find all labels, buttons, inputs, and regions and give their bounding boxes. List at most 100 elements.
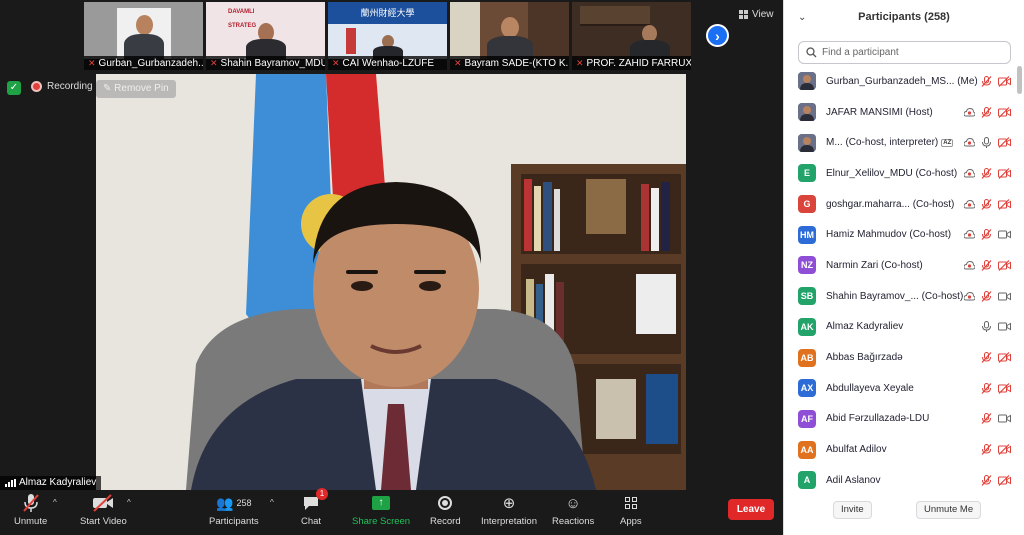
scrollbar[interactable]	[1017, 66, 1022, 94]
participant-row[interactable]: AA Abulfat Adilov	[784, 434, 1016, 465]
participant-row[interactable]: A Adil Aslanov	[784, 465, 1016, 496]
mic-icon	[981, 321, 992, 333]
meeting-area: ✕ Gurban_Gurbanzadeh... DAVAMLI STRATEG ✕…	[0, 0, 783, 535]
record-button[interactable]: Record	[430, 493, 461, 527]
apps-icon	[624, 497, 637, 509]
avatar	[798, 72, 816, 91]
thumbnail-tile[interactable]: ✕ PROF. ZAHID FARRUX...	[572, 2, 691, 70]
video-icon	[998, 321, 1011, 332]
avatar	[798, 103, 816, 122]
participant-name: goshgar.maharra... (Co-host)	[826, 198, 955, 210]
participant-name: Abulfat Adilov	[826, 444, 887, 456]
avatar: AX	[798, 379, 816, 398]
recording-cloud-icon	[964, 260, 975, 271]
avatar: HM	[798, 225, 816, 244]
avatar: A	[798, 471, 816, 490]
smiley-plus-icon: ☺	[565, 494, 581, 512]
thumbnail-tile[interactable]: DAVAMLI STRATEG ✕ Shahin Bayramov_MDU	[206, 2, 325, 70]
search-icon	[806, 47, 817, 58]
next-page-button[interactable]: ›	[706, 24, 729, 47]
participant-name: Abbas Bağırzadə	[826, 352, 903, 364]
thumbnail-tile[interactable]: 蘭州財經大學 ✕ CAI Wenhao-LZUFE	[328, 2, 447, 70]
participant-row[interactable]: AF Abid Fərzullazadə-LDU	[784, 404, 1016, 435]
participant-row[interactable]: E Elnur_Xelilov_MDU (Co-host)	[784, 158, 1016, 189]
mic-muted-icon	[981, 198, 992, 210]
share-screen-button[interactable]: ↑ Share Screen	[352, 493, 410, 527]
shield-icon[interactable]: ✓	[7, 81, 21, 95]
search-input[interactable]	[822, 47, 1002, 58]
participant-row[interactable]: NZ Narmin Zari (Co-host)	[784, 250, 1016, 281]
unmute-options-caret[interactable]: ^	[53, 498, 57, 507]
thumbnail-tile[interactable]: ✕ Gurban_Gurbanzadeh...	[84, 2, 203, 70]
chat-button[interactable]: 1 Chat	[301, 488, 329, 527]
participant-name: Hamiz Mahmudov (Co-host)	[826, 229, 952, 241]
video-icon	[998, 291, 1011, 302]
share-screen-icon: ↑	[372, 496, 391, 510]
avatar: AF	[798, 409, 816, 428]
mic-muted-icon	[981, 474, 992, 486]
recording-cloud-icon	[964, 137, 975, 148]
participant-row[interactable]: AK Almaz Kadyraliev	[784, 312, 1016, 343]
view-button[interactable]: View	[739, 9, 774, 20]
speaker-name-tag: Almaz Kadyraliev	[0, 476, 102, 490]
video-options-caret[interactable]: ^	[127, 498, 131, 507]
video-off-icon	[998, 444, 1011, 456]
thumbnail-tile[interactable]: ✕ Bayram SADE-(KTO K...	[450, 2, 569, 70]
avatar: AA	[798, 440, 816, 459]
grid-icon	[739, 10, 748, 19]
globe-icon: ⊕	[502, 495, 516, 512]
participant-row[interactable]: JAFAR MANSIMI (Host)	[784, 97, 1016, 128]
participant-status-icons	[981, 444, 1011, 456]
reactions-button[interactable]: ☺ Reactions	[552, 493, 594, 528]
unmute-me-button[interactable]: Unmute Me	[916, 501, 982, 519]
participant-row[interactable]: SB Shahin Bayramov_... (Co-host)	[784, 281, 1016, 312]
participant-status-icons	[981, 382, 1011, 394]
mic-muted-icon	[981, 167, 992, 179]
unmute-button[interactable]: Unmute	[14, 493, 47, 527]
participant-name: M... (Co-host, interpreter) AZ	[826, 137, 954, 149]
participant-row[interactable]: AB Abbas Bağırzadə	[784, 342, 1016, 373]
participant-status-icons	[964, 259, 1011, 271]
participant-name: Adil Aslanov	[826, 474, 881, 486]
apps-button[interactable]: Apps	[620, 493, 642, 527]
participant-row[interactable]: HM Hamiz Mahmudov (Co-host)	[784, 219, 1016, 250]
thumbnail-name: ✕ Bayram SADE-(KTO K...	[450, 56, 569, 70]
speaker-video-image	[96, 74, 686, 490]
mic-muted-icon	[981, 259, 992, 271]
participant-status-icons	[964, 137, 1011, 149]
banner-text: 蘭州財經大學	[328, 2, 447, 24]
recording-cloud-icon	[964, 199, 975, 210]
participant-status-icons	[964, 198, 1011, 210]
invite-button[interactable]: Invite	[833, 501, 872, 519]
recording-indicator[interactable]: Recording	[31, 81, 93, 92]
video-off-icon	[998, 260, 1011, 271]
meeting-toolbar: Unmute ^ Start Video ^ 👥 258 Participant…	[0, 488, 783, 535]
interpretation-button[interactable]: ⊕ Interpretation	[481, 493, 537, 527]
participants-icon: 👥	[216, 494, 234, 511]
avatar: NZ	[798, 256, 816, 275]
start-video-button[interactable]: Start Video	[80, 493, 127, 527]
avatar: SB	[798, 287, 816, 306]
participant-row[interactable]: AX Abdullayeva Xeyale	[784, 373, 1016, 404]
video-off-icon	[998, 75, 1011, 87]
mic-muted-icon: ✕	[210, 58, 218, 68]
participants-options-caret[interactable]: ^	[270, 498, 274, 507]
participants-button[interactable]: 👥 258 Participants	[209, 493, 259, 528]
participant-row[interactable]: Ggoshgar.maharra... (Co-host)	[784, 189, 1016, 220]
participant-search[interactable]	[798, 41, 1011, 64]
participant-name: Elnur_Xelilov_MDU (Co-host)	[826, 167, 958, 179]
video-off-icon	[998, 167, 1011, 179]
participant-status-icons	[964, 106, 1011, 118]
participant-list: Gurban_Gurbanzadeh_MS... (Me) JAFAR MANSI…	[784, 66, 1016, 496]
participant-row[interactable]: Gurban_Gurbanzadeh_MS... (Me)	[784, 66, 1016, 97]
recording-cloud-icon	[964, 168, 975, 179]
leave-button[interactable]: Leave	[728, 499, 774, 520]
mic-muted-icon: ✕	[454, 58, 462, 68]
mic-muted-icon	[981, 444, 992, 455]
remove-pin-button[interactable]: ✎ Remove Pin	[96, 80, 176, 98]
participant-status-icons	[981, 474, 1011, 486]
recording-cloud-icon	[964, 291, 975, 302]
participant-row[interactable]: M... (Co-host, interpreter) AZ	[784, 127, 1016, 158]
thumbnail-name: ✕ PROF. ZAHID FARRUX...	[572, 56, 691, 70]
panel-title: Participants (258)	[858, 11, 950, 23]
